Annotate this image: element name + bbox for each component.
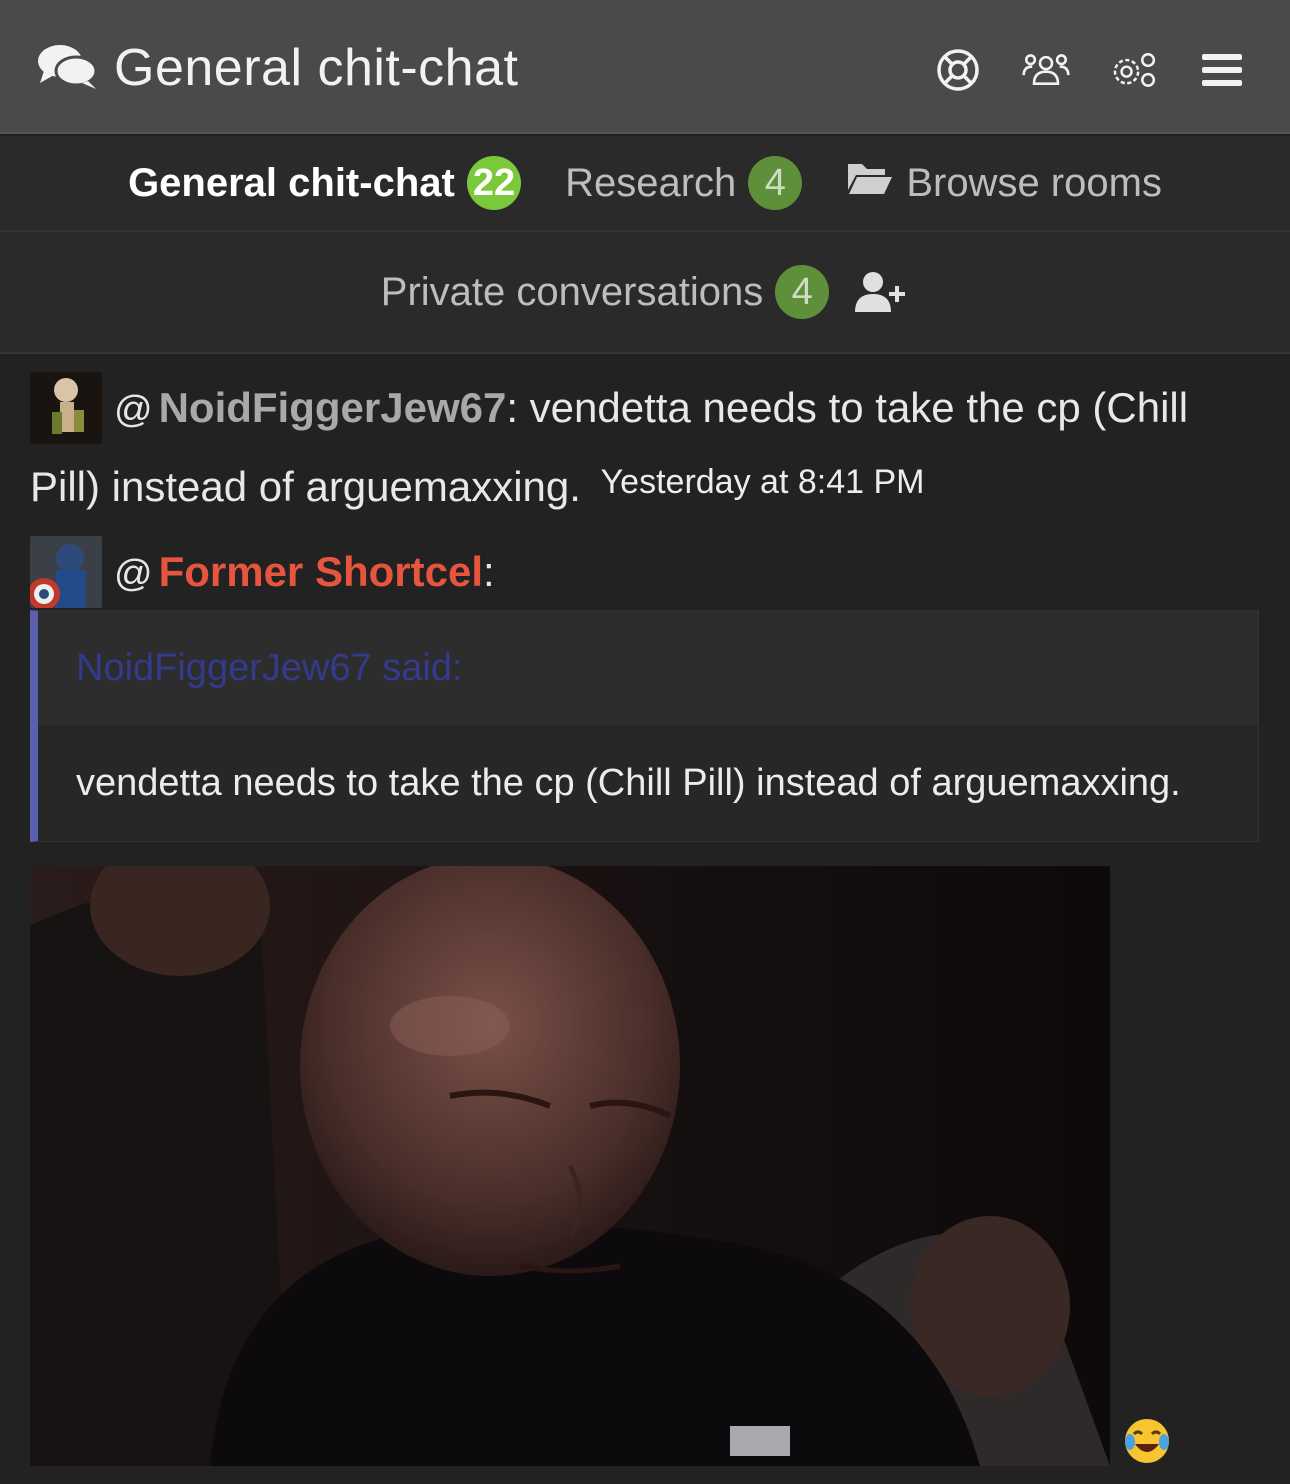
tab-research[interactable]: Research 4 — [565, 156, 803, 210]
lifebuoy-icon[interactable] — [934, 46, 982, 94]
chat-bubbles-icon — [36, 41, 100, 96]
quote-author-link[interactable]: NoidFiggerJew67 said: — [38, 611, 1258, 725]
timestamp[interactable]: Yesterday at 8:41 PM — [601, 463, 925, 501]
settings-icon[interactable] — [1110, 46, 1158, 94]
mention-symbol: @ — [114, 553, 153, 595]
face-with-tears-of-joy-icon[interactable] — [1122, 1416, 1172, 1466]
unread-badge: 4 — [775, 265, 830, 319]
quote-block: NoidFiggerJew67 said: vendetta needs to … — [30, 610, 1259, 842]
tab-label: General chit-chat — [128, 160, 455, 205]
user-plus-icon[interactable] — [855, 270, 909, 314]
username-link[interactable]: Former Shortcel — [159, 548, 483, 595]
room-title: General chit-chat — [36, 36, 518, 100]
top-bar: General chit-chat — [0, 0, 1290, 134]
private-conversations-row: Private conversations 4 — [0, 232, 1290, 354]
tab-label: Browse rooms — [906, 160, 1162, 205]
avatar[interactable] — [30, 372, 102, 444]
tab-browse-rooms[interactable]: Browse rooms — [846, 160, 1162, 206]
mention-symbol: @ — [114, 389, 153, 431]
room-tabs: General chit-chat 22 Research 4 Browse r… — [0, 136, 1290, 232]
message-text: : — [483, 548, 495, 595]
unread-badge: 22 — [466, 156, 522, 210]
username-link[interactable]: NoidFiggerJew67 — [159, 384, 507, 431]
unread-badge: 4 — [748, 156, 803, 210]
tab-label: Research — [565, 160, 737, 205]
tab-general-chit-chat[interactable]: General chit-chat 22 — [128, 156, 522, 210]
chat-message: @ NoidFiggerJew67: vendetta needs to take… — [30, 372, 1260, 523]
tab-label: Private conversations — [380, 269, 764, 314]
quote-text: vendetta needs to take the cp (Chill Pil… — [76, 761, 1181, 804]
chat-message: @ Former Shortcel: — [30, 536, 1260, 610]
page-title: General chit-chat — [114, 39, 519, 97]
folder-open-icon — [846, 160, 894, 206]
gif-image[interactable] — [30, 866, 1110, 1466]
tab-private-conversations[interactable]: Private conversations 4 — [380, 265, 830, 319]
menu-icon[interactable] — [1198, 46, 1246, 94]
users-icon[interactable] — [1022, 46, 1070, 94]
avatar[interactable] — [30, 536, 102, 608]
